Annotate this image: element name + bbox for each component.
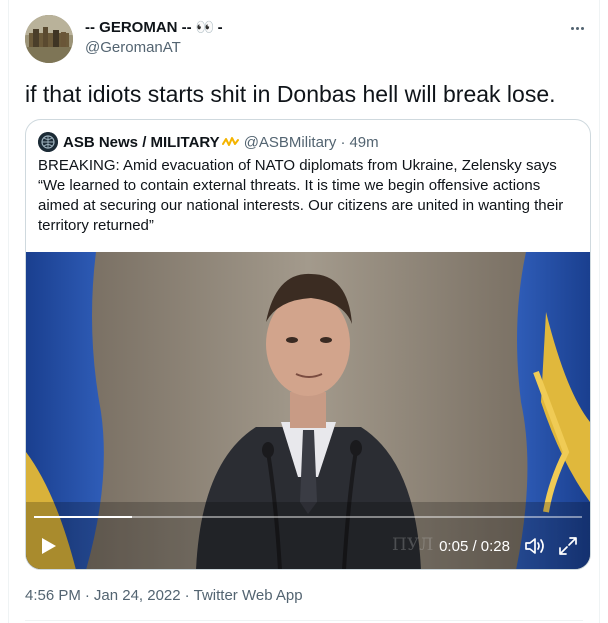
video-progress-bar[interactable]: [34, 516, 582, 518]
divider: [25, 620, 583, 621]
quoted-display-name[interactable]: ASB News / MILITARY: [63, 134, 220, 151]
signal-wave-icon: [221, 137, 239, 146]
author-avatar[interactable]: [25, 15, 73, 63]
author-name-text: -- GEROMAN --: [85, 19, 196, 36]
tweet-card: -- GEROMAN -- 👀 - @GeromanAT if that idi…: [8, 0, 600, 623]
video-player[interactable]: ПУЛ 0:05 / 0:28: [26, 252, 590, 569]
author-display-name[interactable]: -- GEROMAN -- 👀 -: [85, 18, 223, 36]
quoted-tweet-text: BREAKING: Amid evacuation of NATO diplom…: [38, 157, 564, 234]
play-icon: [42, 538, 56, 554]
tweet-date[interactable]: Jan 24, 2022: [94, 587, 181, 604]
quoted-separator: ·: [340, 133, 346, 151]
quoted-author-avatar[interactable]: [38, 132, 58, 152]
fullscreen-button[interactable]: [558, 536, 578, 556]
meta-separator: ·: [84, 587, 90, 604]
quoted-tweet-header: ASB News / MILITARY @ASBMilitary · 49m: [38, 132, 379, 152]
video-frame: [26, 252, 590, 569]
quoted-handle[interactable]: @ASBMilitary: [244, 134, 337, 151]
video-watermark: ПУЛ: [392, 535, 434, 555]
more-horizontal-icon-dot: [580, 26, 584, 30]
more-options-button[interactable]: [565, 20, 589, 36]
quoted-timestamp[interactable]: 49m: [349, 134, 378, 151]
author-name-suffix: -: [213, 19, 223, 36]
video-time-display: 0:05 / 0:28: [439, 538, 510, 555]
author-handle[interactable]: @GeromanAT: [85, 39, 181, 56]
eyes-emoji: 👀: [195, 19, 215, 36]
volume-icon: [525, 538, 544, 554]
volume-button[interactable]: [524, 536, 546, 556]
meta-separator: ·: [184, 587, 190, 604]
video-progress-fill: [34, 516, 133, 518]
tweet-source[interactable]: Twitter Web App: [194, 587, 303, 604]
more-horizontal-icon-dot: [575, 26, 579, 30]
tweet-metadata: 4:56 PM · Jan 24, 2022 · Twitter Web App: [25, 587, 303, 604]
tweet-text: if that idiots starts shit in Donbas hel…: [25, 81, 556, 107]
play-button[interactable]: [38, 536, 58, 556]
tweet-time[interactable]: 4:56 PM: [25, 587, 81, 604]
author-avatar-image: [25, 15, 73, 63]
fullscreen-icon: [559, 537, 577, 555]
quoted-tweet[interactable]: ASB News / MILITARY @ASBMilitary · 49m B…: [25, 119, 591, 570]
globe-logo-icon: [38, 132, 58, 152]
more-horizontal-icon: [570, 26, 574, 30]
